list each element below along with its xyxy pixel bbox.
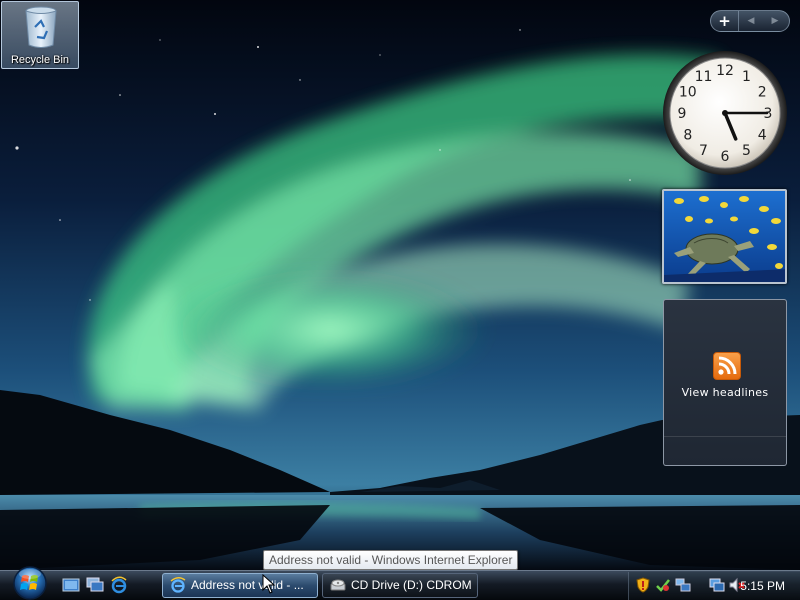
windows-start-orb[interactable] — [10, 565, 50, 600]
show-desktop-icon[interactable] — [62, 576, 80, 594]
clock-gadget[interactable]: 12 1234567891011 — [662, 50, 788, 176]
mouse-cursor-icon — [262, 574, 276, 594]
clock-numeral: 8 — [683, 128, 692, 144]
taskbar-button-label: Address not valid - ... — [191, 578, 304, 592]
cd-drive-icon — [330, 579, 346, 591]
clock-numeral: 5 — [742, 143, 751, 159]
clock-numeral: 9 — [678, 106, 687, 122]
taskbar-button-label: CD Drive (D:) CDROM — [351, 578, 472, 592]
previous-gadget-button[interactable]: ◀ — [739, 11, 763, 31]
clock-numeral: 6 — [721, 149, 730, 165]
internet-explorer-icon[interactable] — [110, 576, 128, 594]
network-icon[interactable] — [675, 577, 691, 593]
clock-numeral: 12 — [716, 63, 734, 79]
taskbar-button-cd-drive[interactable]: CD Drive (D:) CDROM — [322, 573, 478, 598]
recycle-bin-label: Recycle Bin — [10, 54, 70, 66]
view-headlines-link[interactable]: View headlines — [664, 386, 786, 399]
slideshow-gadget[interactable] — [662, 189, 787, 284]
rss-icon — [713, 352, 741, 380]
add-gadget-button[interactable]: + — [711, 11, 739, 31]
clock-numeral: 4 — [758, 128, 767, 144]
windows-defender-icon[interactable] — [655, 577, 671, 593]
clock-numeral: 7 — [699, 143, 708, 159]
internet-explorer-icon — [170, 577, 186, 593]
taskbar-tooltip: Address not valid - Windows Internet Exp… — [263, 550, 519, 570]
recycle-bin-icon — [25, 6, 57, 48]
security-shield-icon[interactable] — [635, 577, 651, 593]
quick-launch-toolbar — [62, 576, 128, 594]
clock-numeral: 2 — [758, 85, 767, 101]
clock-numeral: 11 — [695, 69, 713, 85]
sea-turtle-photo — [664, 191, 785, 282]
sidebar-controls: + ◀ ▶ — [710, 10, 790, 32]
taskbar-button-internet-explorer[interactable]: Address not valid - ... — [162, 573, 318, 598]
recycle-bin-desktop-icon[interactable]: Recycle Bin — [1, 1, 79, 69]
notification-area: 5:15 PM — [628, 572, 800, 600]
feed-headlines-gadget[interactable]: View headlines — [663, 299, 787, 466]
clock-numeral: 10 — [679, 85, 697, 101]
clock-numeral: 1 — [742, 69, 751, 85]
switch-windows-icon[interactable] — [86, 576, 104, 594]
tray-clock[interactable]: 5:15 PM — [740, 572, 785, 600]
next-gadget-button[interactable]: ▶ — [763, 11, 787, 31]
monitor-icon[interactable] — [709, 577, 725, 593]
